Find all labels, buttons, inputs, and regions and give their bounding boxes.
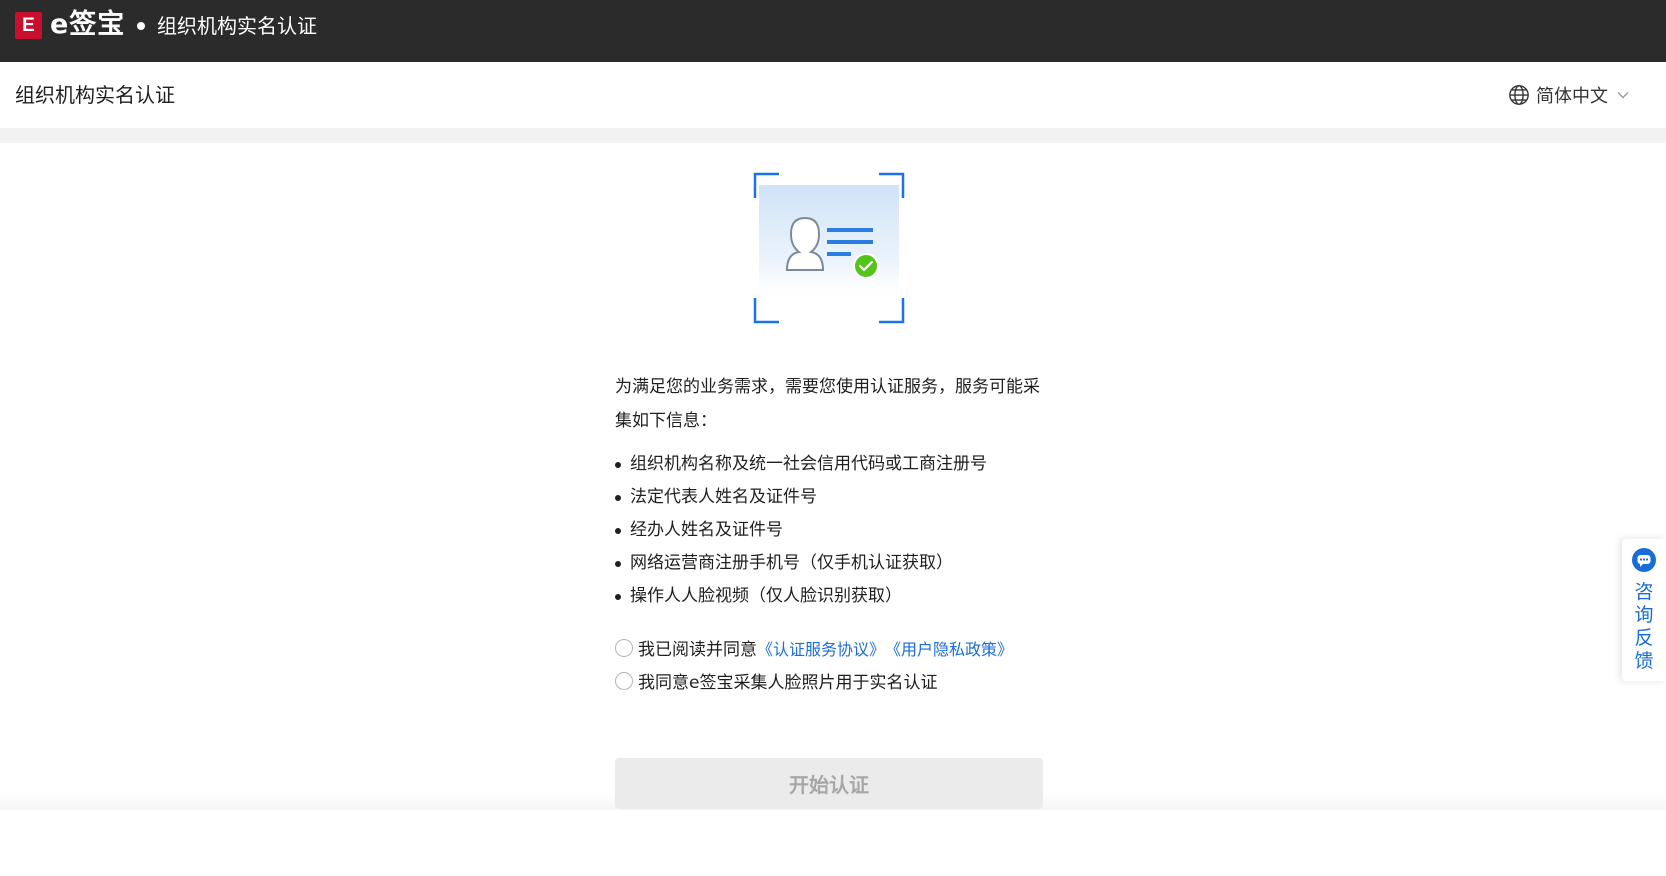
list-item: 组织机构名称及统一社会信用代码或工商注册号 xyxy=(615,448,1045,481)
separator-dot xyxy=(137,22,145,30)
face-consent-label: 我同意e签宝采集人脸照片用于实名认证 xyxy=(638,673,938,693)
list-item: 经办人姓名及证件号 xyxy=(615,514,1045,547)
brand-name[interactable]: e签宝 xyxy=(50,8,125,42)
chevron-down-icon xyxy=(1617,92,1629,99)
intro-text: 为满足您的业务需求，需要您使用认证服务，服务可能采集如下信息： xyxy=(615,377,1040,431)
agreement-row: 我已阅读并同意 《认证服务协议》 《用户隐私政策》 xyxy=(615,631,1045,664)
section-divider xyxy=(0,128,1666,143)
bullet-dot xyxy=(615,495,621,501)
start-verification-button[interactable]: 开始认证 xyxy=(615,758,1043,809)
list-item-text: 组织机构名称及统一社会信用代码或工商注册号 xyxy=(630,454,987,474)
service-agreement-link[interactable]: 《认证服务协议》 xyxy=(757,636,885,660)
privacy-policy-link[interactable]: 《用户隐私政策》 xyxy=(885,636,1013,660)
feedback-label: 咨询反馈 xyxy=(1634,581,1654,672)
list-item-text: 网络运营商注册手机号（仅手机认证获取） xyxy=(630,553,953,573)
list-item-text: 操作人人脸视频（仅人脸识别获取） xyxy=(630,586,902,606)
face-consent-radio[interactable] xyxy=(615,671,633,690)
main-content: 为满足您的业务需求，需要您使用认证服务，服务可能采集如下信息： 组织机构名称及统… xyxy=(615,370,1045,697)
id-verification-illustration-icon xyxy=(753,172,905,324)
info-list: 组织机构名称及统一社会信用代码或工商注册号 法定代表人姓名及证件号 经办人姓名及… xyxy=(615,448,1045,613)
agreement-label: 我已阅读并同意 xyxy=(638,640,757,660)
list-item: 法定代表人姓名及证件号 xyxy=(615,481,1045,514)
agreement-radio[interactable] xyxy=(615,638,633,657)
list-item: 操作人人脸视频（仅人脸识别获取） xyxy=(615,580,1045,613)
language-selector[interactable]: 简体中文 xyxy=(1508,81,1630,109)
page-title: 组织机构实名认证 xyxy=(15,83,175,107)
app-title: 组织机构实名认证 xyxy=(157,14,317,38)
list-item: 网络运营商注册手机号（仅手机认证获取） xyxy=(615,547,1045,580)
bullet-dot xyxy=(615,462,621,468)
bullet-dot xyxy=(615,594,621,600)
page-header: 组织机构实名认证 简体中文 xyxy=(0,62,1666,128)
feedback-widget[interactable]: 咨询反馈 xyxy=(1622,539,1666,681)
bullet-dot xyxy=(615,561,621,567)
language-label: 简体中文 xyxy=(1536,86,1608,107)
bullet-dot xyxy=(615,528,621,534)
chat-bubble-icon xyxy=(1632,548,1656,572)
face-consent-row: 我同意e签宝采集人脸照片用于实名认证 xyxy=(615,664,1045,697)
esign-logo-icon[interactable]: E xyxy=(15,12,42,39)
list-item-text: 经办人姓名及证件号 xyxy=(630,520,783,540)
top-navbar: E e签宝 组织机构实名认证 xyxy=(0,0,1666,62)
globe-icon xyxy=(1509,85,1529,105)
list-item-text: 法定代表人姓名及证件号 xyxy=(630,487,817,507)
